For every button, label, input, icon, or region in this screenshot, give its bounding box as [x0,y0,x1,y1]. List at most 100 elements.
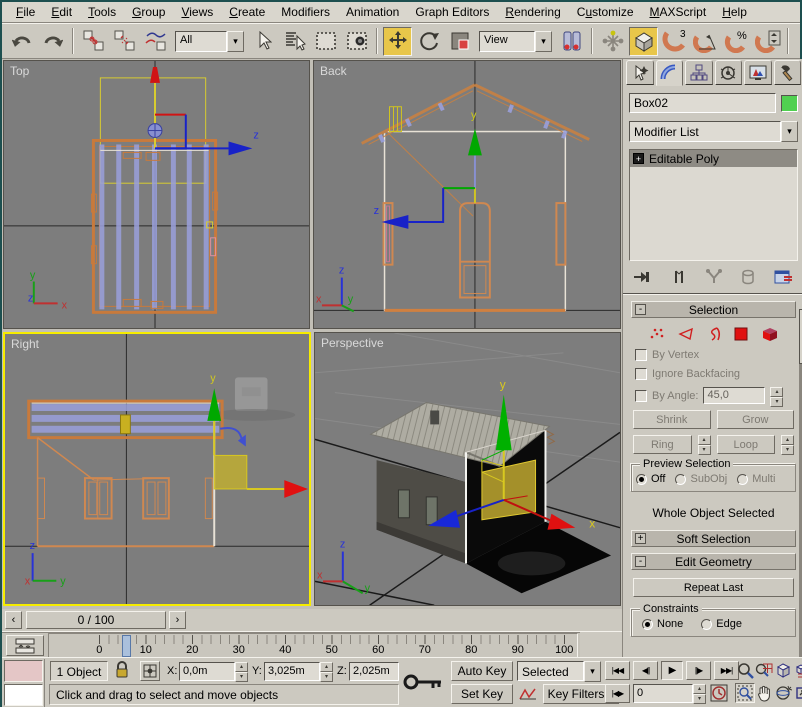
loop-spinner[interactable]: ▴ ▾ [781,435,794,454]
select-and-manipulate-icon[interactable] [598,27,627,56]
angle-snap-toggle-icon[interactable]: 3 [660,27,689,56]
grow-button[interactable]: Grow [717,410,795,429]
listener-macro-recorder[interactable] [4,660,43,682]
time-slider-left-arrow[interactable]: ‹ [5,611,22,629]
loop-button[interactable]: Loop [717,435,776,454]
viewport-top[interactable]: Top [3,60,310,329]
set-key-button[interactable]: Set Key [451,684,513,704]
modifier-list-dropdown[interactable]: Modifier List ▾ [629,121,798,142]
zoom-all-icon[interactable] [754,660,774,680]
menu-item[interactable]: File [8,3,43,21]
menu-item[interactable]: Views [173,3,221,21]
show-end-result-icon[interactable] [672,269,686,285]
current-frame-field[interactable]: 0 [633,684,693,703]
menu-item[interactable]: Create [221,3,273,21]
auto-key-button[interactable]: Auto Key [451,661,513,681]
select-and-move-icon[interactable] [383,27,412,56]
redo-icon[interactable] [38,27,67,56]
selection-lock-toggle[interactable] [114,661,130,683]
current-frame-marker[interactable] [122,635,131,657]
border-subobject-icon[interactable] [707,327,722,341]
tab-modify[interactable] [656,60,684,86]
pan-hand-icon[interactable] [754,683,774,703]
soft-selection-header[interactable]: + Soft Selection [631,530,796,547]
undo-icon[interactable] [7,27,36,56]
ring-button[interactable]: Ring [633,435,692,454]
zoom-extents-all-icon[interactable] [792,660,802,680]
edge-subobject-icon[interactable] [678,327,695,341]
menu-item[interactable]: Edit [43,3,80,21]
menu-item[interactable]: Modifiers [273,3,338,21]
window-crossing-icon[interactable] [342,27,371,56]
by-angle-checkbox[interactable] [635,390,647,402]
y-coordinate-field[interactable]: 3,025m [264,662,320,681]
arc-rotate-icon[interactable] [773,683,793,703]
zoom-icon[interactable] [735,660,755,680]
pin-stack-icon[interactable] [633,269,653,285]
time-slider-handle[interactable]: 0 / 100 [26,611,166,629]
tab-hierarchy[interactable] [685,60,713,85]
remove-modifier-icon[interactable] [741,269,755,285]
select-and-scale-icon[interactable] [445,27,474,56]
expand-icon[interactable]: + [635,533,646,544]
menu-item[interactable]: Animation [338,3,407,21]
spinner-snap-icon[interactable] [753,27,782,56]
object-color-swatch[interactable] [781,95,798,112]
select-and-link-icon[interactable] [79,27,108,56]
edit-geometry-header[interactable]: - Edit Geometry [631,553,796,570]
tab-create[interactable] [626,60,654,85]
menu-item[interactable]: Graph Editors [407,3,497,21]
selection-set-dropdown[interactable]: Selected ▾ [517,661,601,681]
go-to-start-button[interactable]: |◀◀ [605,661,630,680]
set-keys-button[interactable] [400,659,446,705]
preview-multi-radio[interactable] [737,474,748,485]
y-spinner[interactable]: ▴▾ [320,662,333,681]
constraint-none-radio[interactable] [642,619,653,630]
by-angle-field[interactable]: 45,0 [703,387,765,404]
reference-coordinate-dropdown[interactable]: View ▾ [479,31,552,52]
preview-off-radio[interactable] [636,474,647,485]
time-configuration-icon[interactable] [710,684,728,706]
zoom-extents-icon[interactable] [773,660,793,680]
tab-display[interactable] [744,60,772,85]
use-pivot-point-center-icon[interactable] [557,27,586,56]
angle-snap-icon[interactable] [691,27,720,56]
dropdown-arrow-icon[interactable]: ▾ [781,121,798,142]
make-unique-icon[interactable] [705,269,723,285]
zoom-region-icon[interactable] [735,683,755,703]
percent-snap-icon[interactable]: % [722,27,751,56]
viewport-perspective[interactable]: Perspective [314,332,621,606]
viewport-back[interactable]: Back [313,60,621,329]
repeat-last-button[interactable]: Repeat Last [633,578,794,597]
select-by-name-icon[interactable] [280,27,309,56]
select-object-icon[interactable] [249,27,278,56]
menu-item[interactable]: MAXScript [642,3,715,21]
menu-item[interactable]: Help [714,3,755,21]
menu-item[interactable]: Customize [569,3,642,21]
viewport-right[interactable]: Right [3,332,311,606]
by-vertex-checkbox[interactable] [635,349,647,361]
tab-motion[interactable] [715,60,743,85]
element-subobject-icon[interactable] [761,326,779,342]
stack-item-editable-poly[interactable]: + Editable Poly [630,150,797,167]
dropdown-arrow-icon[interactable]: ▾ [535,31,552,52]
dropdown-arrow-icon[interactable]: ▾ [227,31,244,52]
snaps-toggle-icon[interactable] [629,27,658,56]
key-mode-toggle[interactable]: |◀▶ [605,684,630,703]
stack-expand-icon[interactable]: + [633,153,644,164]
track-bar-ruler[interactable]: 0102030405060708090100 [48,633,578,658]
menu-item[interactable]: Rendering [497,3,568,21]
unlink-selection-icon[interactable] [110,27,139,56]
object-name-field[interactable]: Box02 [629,93,776,113]
preview-subobj-radio[interactable] [675,474,686,485]
absolute-mode-transform-toggle[interactable] [140,661,160,681]
default-in-out-tangents-icon[interactable] [517,684,539,704]
shrink-button[interactable]: Shrink [633,410,711,429]
x-spinner[interactable]: ▴▾ [235,662,248,681]
x-coordinate-field[interactable]: 0,0m [179,662,235,681]
previous-frame-button[interactable]: ◀|| [633,661,658,680]
collapse-icon[interactable]: - [635,556,646,567]
vertex-subobject-icon[interactable] [649,327,666,341]
selection-rollout-header[interactable]: - Selection [631,301,796,318]
by-angle-spinner[interactable]: ▴ ▾ [770,387,783,404]
